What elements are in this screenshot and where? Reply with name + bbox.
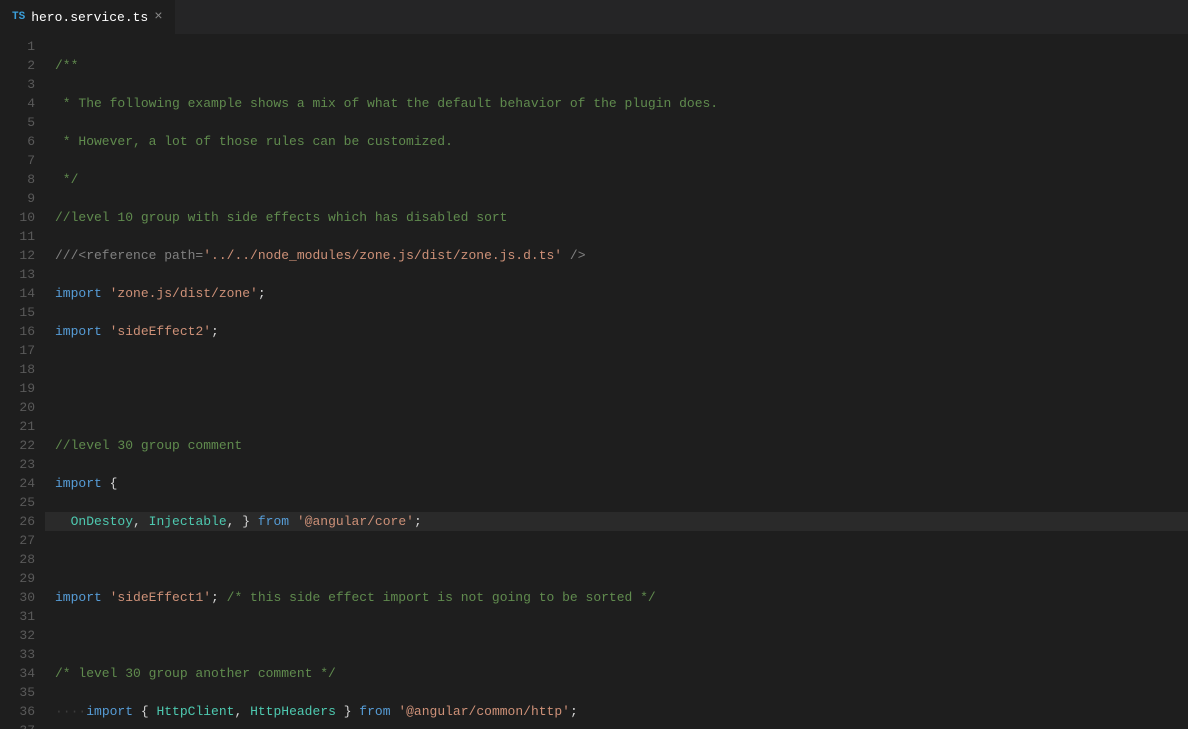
code-line-12: import { — [55, 474, 1188, 493]
code-line-4: */ — [55, 170, 1188, 189]
editor: 1 2 3 4 5 6 7 8 9 10 11 12 13 14 15 16 1… — [0, 35, 1188, 729]
tab-close-button[interactable]: × — [154, 10, 162, 24]
code-line-17: /* level 30 group another comment */ — [55, 664, 1188, 683]
code-line-13: OnDestoy, Injectable, } from '@angular/c… — [45, 512, 1188, 531]
code-line-9 — [55, 360, 1188, 379]
code-line-14 — [55, 550, 1188, 569]
tab-bar: TS hero.service.ts × — [0, 0, 1188, 35]
code-line-8: import 'sideEffect2'; — [55, 322, 1188, 341]
code-line-10 — [55, 398, 1188, 417]
code-line-1: /** — [55, 56, 1188, 75]
code-line-2: * The following example shows a mix of w… — [55, 94, 1188, 113]
code-line-11: //level 30 group comment — [55, 436, 1188, 455]
code-content: /** * The following example shows a mix … — [45, 35, 1188, 729]
ts-icon: TS — [12, 11, 25, 23]
code-line-15: import 'sideEffect1'; /* this side effec… — [55, 588, 1188, 607]
code-line-6: ///<reference path='../../node_modules/z… — [55, 246, 1188, 265]
code-line-7: import 'zone.js/dist/zone'; — [55, 284, 1188, 303]
code-line-5: //level 10 group with side effects which… — [55, 208, 1188, 227]
code-line-3: * However, a lot of those rules can be c… — [55, 132, 1188, 151]
line-numbers: 1 2 3 4 5 6 7 8 9 10 11 12 13 14 15 16 1… — [0, 35, 45, 729]
code-line-18: ····import { HttpClient, HttpHeaders } f… — [55, 702, 1188, 721]
code-line-16 — [55, 626, 1188, 645]
file-tab[interactable]: TS hero.service.ts × — [0, 0, 176, 34]
tab-filename: hero.service.ts — [31, 10, 148, 25]
